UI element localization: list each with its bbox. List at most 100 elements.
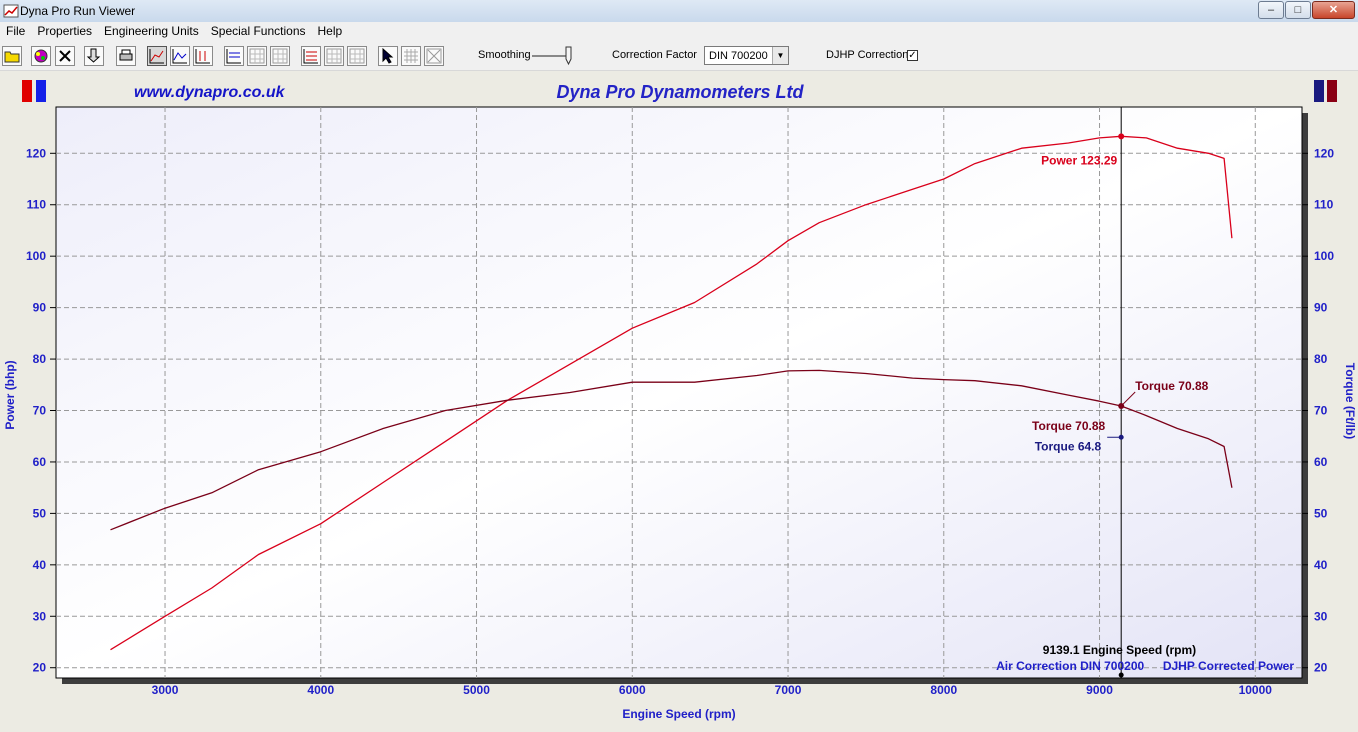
y-tick-label-right: 70 <box>1314 404 1328 418</box>
grid-icon <box>404 49 418 63</box>
y-tick-label-left: 110 <box>27 198 47 212</box>
graph-view-5-button[interactable] <box>324 46 344 66</box>
y-tick-label-left: 70 <box>33 404 47 418</box>
y-tick-label-right: 110 <box>1314 198 1334 212</box>
palette-icon <box>34 49 48 63</box>
correction-factor-select[interactable]: DIN 700200 ▼ <box>704 46 789 65</box>
y-tick-label-right: 120 <box>1314 146 1334 160</box>
minimize-button[interactable]: – <box>1258 1 1284 19</box>
dyno-chart: www.dynapro.co.uk Dyna Pro Dynamometers … <box>3 80 1357 721</box>
graph-view-4-button[interactable] <box>301 46 321 66</box>
y-tick-label-right: 90 <box>1314 301 1328 315</box>
y-tick-label-left: 90 <box>33 301 47 315</box>
correction-factor-label: Correction Factor <box>612 49 697 61</box>
chart-area: www.dynapro.co.uk Dyna Pro Dynamometers … <box>0 71 1358 727</box>
graph-torque-button[interactable] <box>170 46 190 66</box>
grid-button[interactable] <box>401 46 421 66</box>
x-tick-label: 6000 <box>619 683 646 697</box>
cursor-icon <box>382 48 394 64</box>
x-axis-label: Engine Speed (rpm) <box>622 707 735 721</box>
y-tick-label-left: 100 <box>26 249 46 263</box>
maximize-button[interactable]: □ <box>1285 1 1311 19</box>
graph-icon <box>195 49 210 64</box>
download-icon <box>86 48 101 63</box>
cursor-button[interactable] <box>378 46 398 66</box>
menu-file[interactable]: File <box>0 22 31 38</box>
y-tick-label-right: 30 <box>1314 609 1328 623</box>
expand-icon <box>426 48 442 64</box>
y-tick-label-left: 30 <box>33 609 47 623</box>
torque-readout: Torque 70.88 <box>1135 379 1208 393</box>
power-readout: Power 123.29 <box>1041 153 1117 167</box>
x-tick-label: 3000 <box>152 683 179 697</box>
graph-view-2-button[interactable] <box>247 46 267 66</box>
zoom-button[interactable] <box>424 46 444 66</box>
legend-swatch-torque-maroon <box>1327 80 1337 102</box>
y-tick-label-right: 50 <box>1314 506 1328 520</box>
close-icon <box>59 50 71 62</box>
cursor-rpm-readout: 9139.1 Engine Speed (rpm) <box>1043 643 1196 657</box>
printer-icon <box>119 49 133 61</box>
y-tick-label-left: 120 <box>26 146 46 160</box>
title-bar: Dyna Pro Run Viewer – □ ✕ <box>0 0 1358 23</box>
graph-view-1-button[interactable] <box>224 46 244 66</box>
y-tick-label-left: 20 <box>33 661 47 675</box>
y-tick-label-left: 40 <box>33 558 47 572</box>
djhp-corrected-label: DJHP Corrected Power <box>1163 659 1294 673</box>
x-tick-label: 4000 <box>307 683 334 697</box>
x-tick-label: 5000 <box>463 683 490 697</box>
y-tick-label-right: 40 <box>1314 558 1328 572</box>
graph-compare-button[interactable] <box>193 46 213 66</box>
y-tick-label-right: 60 <box>1314 455 1328 469</box>
torque-compare-readout: Torque 64.8 <box>1035 439 1102 453</box>
graph-icon <box>349 48 365 64</box>
smoothing-slider[interactable] <box>532 45 580 67</box>
y-axis-right-label: Torque (Ft/lb) <box>1343 363 1357 439</box>
y-axis-left-label: Power (bhp) <box>3 360 17 429</box>
graph-icon <box>326 48 342 64</box>
window-title: Dyna Pro Run Viewer <box>20 4 136 18</box>
x-tick-label: 10000 <box>1239 683 1273 697</box>
print-button[interactable] <box>116 46 136 66</box>
menu-engineering-units[interactable]: Engineering Units <box>98 22 205 38</box>
y-tick-label-left: 60 <box>33 455 47 469</box>
download-button[interactable] <box>84 46 104 66</box>
graph-icon <box>149 49 164 64</box>
cursor-handle[interactable] <box>1118 672 1124 678</box>
plot-area <box>55 106 1303 679</box>
graph-view-6-button[interactable] <box>347 46 367 66</box>
x-tick-label: 7000 <box>775 683 802 697</box>
close-button[interactable]: ✕ <box>1312 1 1355 19</box>
y-tick-label-right: 80 <box>1314 352 1328 366</box>
menu-properties[interactable]: Properties <box>31 22 98 38</box>
smoothing-label: Smoothing <box>478 49 531 61</box>
legend-swatch-power-blue <box>36 80 46 102</box>
website-link[interactable]: www.dynapro.co.uk <box>134 84 286 101</box>
graph-icon <box>249 48 265 64</box>
chevron-down-icon: ▼ <box>772 47 788 64</box>
colours-button[interactable] <box>31 46 51 66</box>
graph-power-button[interactable] <box>147 46 167 66</box>
graph-icon <box>272 48 288 64</box>
y-tick-label-right: 20 <box>1314 661 1328 675</box>
graph-icon <box>303 49 318 64</box>
menu-special-functions[interactable]: Special Functions <box>205 22 312 38</box>
torque-readout-alt: Torque 70.88 <box>1032 419 1105 433</box>
chart-title: Dyna Pro Dynamometers Ltd <box>556 82 804 102</box>
legend-swatch-power-red <box>22 80 32 102</box>
correction-factor-value: DIN 700200 <box>709 50 768 62</box>
air-correction-label: Air Correction DIN 700200 <box>996 659 1144 673</box>
open-folder-button[interactable] <box>2 46 22 66</box>
y-tick-label-left: 50 <box>33 506 47 520</box>
djhp-correction-label: DJHP Correction <box>826 49 909 61</box>
graph-view-3-button[interactable] <box>270 46 290 66</box>
folder-icon <box>4 51 20 63</box>
close-run-button[interactable] <box>55 46 75 66</box>
graph-icon <box>172 49 187 64</box>
x-tick-label: 8000 <box>930 683 957 697</box>
menu-bar: File Properties Engineering Units Special F… <box>0 22 1358 41</box>
menu-help[interactable]: Help <box>312 22 349 38</box>
djhp-correction-checkbox[interactable]: ✓ <box>907 50 918 61</box>
legend-swatch-torque-navy <box>1314 80 1324 102</box>
toolbar: Smoothing Correction Factor DJHP Correct… <box>0 41 1358 71</box>
